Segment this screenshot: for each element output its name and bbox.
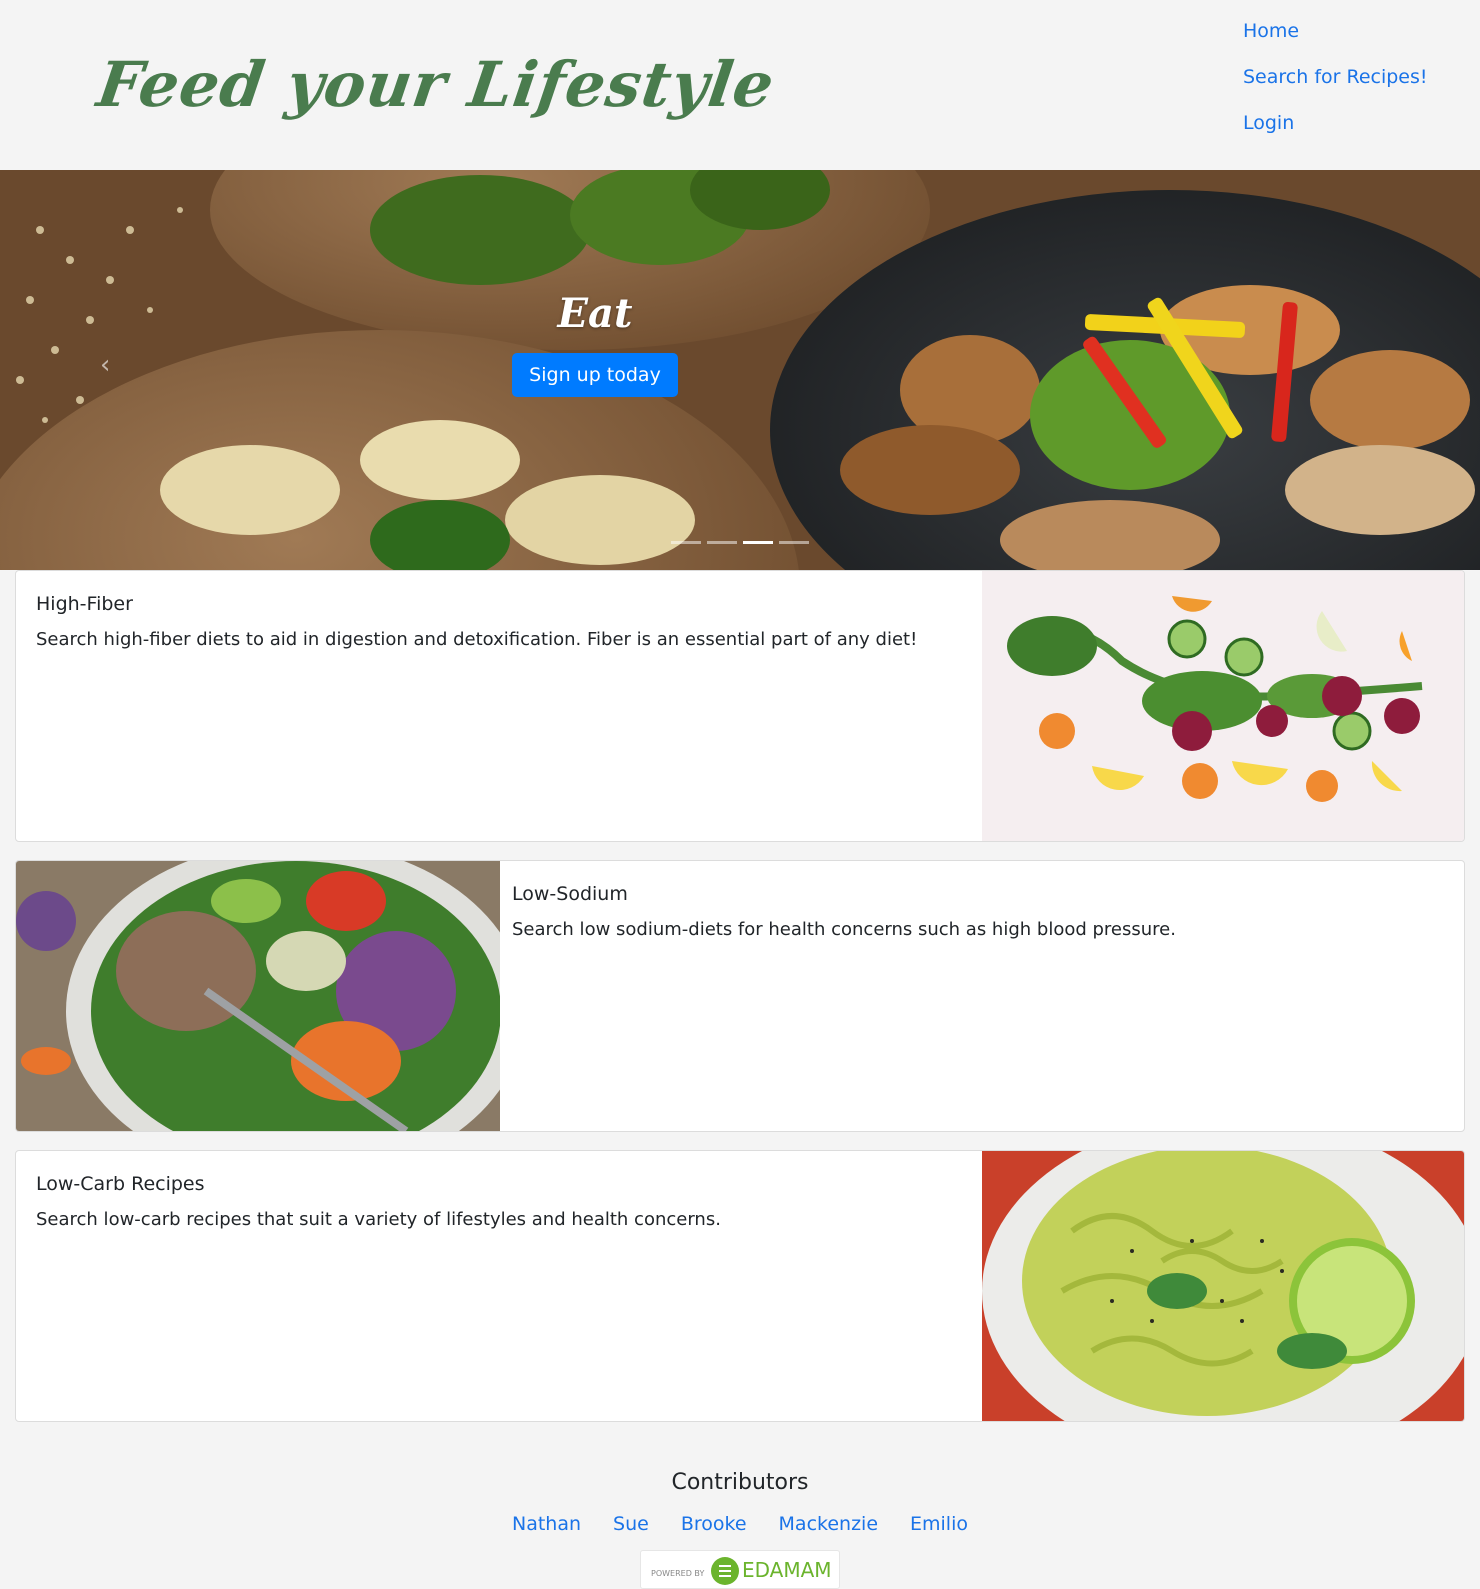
carousel-indicators xyxy=(671,541,809,544)
carousel-indicator-2[interactable] xyxy=(707,541,737,544)
contributor-link[interactable]: Emilio xyxy=(910,1513,968,1535)
carousel-indicator-1[interactable] xyxy=(671,541,701,544)
contributor-link[interactable]: Nathan xyxy=(512,1513,581,1535)
sign-up-button[interactable]: Sign up today xyxy=(512,353,678,397)
carousel-indicator-3[interactable] xyxy=(743,541,773,544)
nav-home-link[interactable]: Home xyxy=(1243,14,1428,60)
card-low-sodium[interactable]: Low-Sodium Search low sodium-diets for h… xyxy=(15,860,1465,1132)
salad-bowl-photo xyxy=(16,861,500,1131)
card-title: Low-Carb Recipes xyxy=(36,1173,205,1195)
edamam-logo-icon xyxy=(711,1557,739,1585)
main-nav: Home Search for Recipes! Login xyxy=(1243,14,1428,152)
card-title: High-Fiber xyxy=(36,593,133,615)
edamam-badge[interactable]: POWERED BY EDAMAM xyxy=(640,1550,840,1589)
card-body: Low-Sodium Search low sodium-diets for h… xyxy=(512,883,1176,940)
contributor-link[interactable]: Mackenzie xyxy=(779,1513,878,1535)
contributors-list: Nathan Sue Brooke Mackenzie Emilio xyxy=(0,1513,1480,1535)
contributor-link[interactable]: Sue xyxy=(613,1513,649,1535)
powered-by-label: POWERED BY xyxy=(651,1569,705,1578)
card-text: Search low sodium-diets for health conce… xyxy=(512,919,1176,940)
card-text: Search low-carb recipes that suit a vari… xyxy=(36,1209,721,1230)
contributor-link[interactable]: Brooke xyxy=(681,1513,747,1535)
card-text: Search high-fiber diets to aid in digest… xyxy=(36,629,918,650)
contributors-heading: Contributors xyxy=(671,1470,809,1495)
carousel-indicator-4[interactable] xyxy=(779,541,809,544)
card-body: Low-Carb Recipes Search low-carb recipes… xyxy=(36,1173,721,1230)
card-title: Low-Sodium xyxy=(512,883,628,905)
carousel-caption-title: Eat xyxy=(557,290,633,337)
zucchini-noodles-photo xyxy=(982,1151,1464,1421)
carousel-caption: Eat Sign up today xyxy=(0,290,1190,397)
vegetable-slices-photo xyxy=(982,571,1464,841)
card-body: High-Fiber Search high-fiber diets to ai… xyxy=(36,593,917,650)
hero-carousel[interactable]: ‹ Eat Sign up today xyxy=(0,170,1480,570)
edamam-brand: EDAMAM xyxy=(742,1558,832,1582)
site-header: Feed your Lifestyle Home Search for Reci… xyxy=(0,0,1480,170)
nav-login-link[interactable]: Login xyxy=(1243,106,1428,152)
site-footer: Contributors Nathan Sue Brooke Mackenzie… xyxy=(0,1470,1480,1535)
card-high-fiber[interactable]: High-Fiber Search high-fiber diets to ai… xyxy=(15,570,1465,842)
site-logo[interactable]: Feed your Lifestyle xyxy=(93,48,779,121)
nav-search-link[interactable]: Search for Recipes! xyxy=(1243,60,1428,106)
card-low-carb[interactable]: Low-Carb Recipes Search low-carb recipes… xyxy=(15,1150,1465,1422)
